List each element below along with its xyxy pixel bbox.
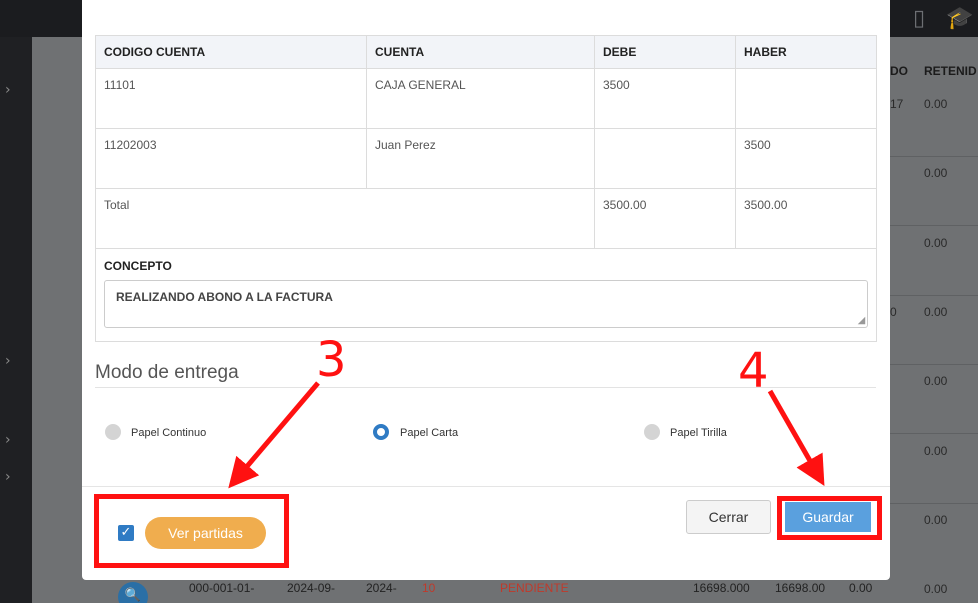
- arrow-step-4: [767, 389, 825, 487]
- annotation-arrows: [228, 381, 825, 489]
- arrow-step-3: [228, 381, 320, 489]
